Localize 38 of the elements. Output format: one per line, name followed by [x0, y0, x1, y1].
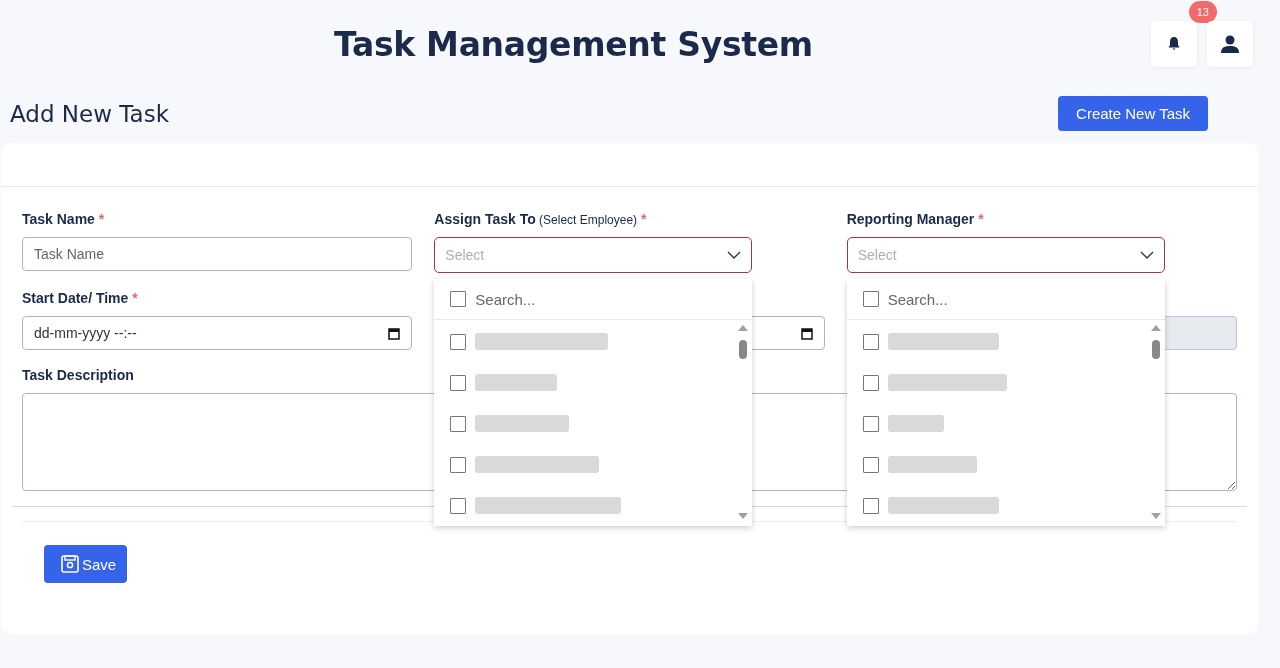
field-label: Assign Task To: [434, 211, 536, 227]
page-title: Add New Task: [10, 100, 169, 127]
text-field[interactable]: Task Name: [22, 237, 413, 271]
field-label: Reporting Manager: [846, 211, 975, 227]
save-icon: [61, 555, 79, 573]
required-asterisk: *: [978, 211, 984, 227]
notification-count: 13: [1188, 1, 1217, 23]
user-icon: [1220, 34, 1240, 54]
option-checkbox[interactable]: [450, 333, 467, 350]
field-label: Task Name: [22, 211, 95, 227]
option-checkbox[interactable]: [450, 456, 467, 473]
required-asterisk: *: [132, 290, 138, 306]
option-checkbox[interactable]: [450, 415, 467, 432]
option-checkbox[interactable]: [862, 415, 879, 432]
required-asterisk: *: [641, 211, 647, 227]
select-all-checkbox[interactable]: [862, 291, 879, 307]
field-hint: (Select Employee): [538, 213, 638, 227]
calendar-icon: [388, 326, 401, 340]
required-asterisk: *: [98, 211, 105, 227]
option-checkbox[interactable]: [862, 333, 879, 350]
redacted-name-placeholder: [887, 415, 944, 432]
profile-button[interactable]: [1207, 21, 1253, 67]
field-label: Start Date/ Time: [22, 290, 129, 306]
save-button[interactable]: Save: [44, 545, 128, 583]
option-checkbox[interactable]: [862, 497, 879, 514]
select-all-checkbox[interactable]: [450, 291, 467, 307]
field-label: Task Description: [22, 367, 134, 383]
chevron-down-icon: [1139, 251, 1154, 259]
option-checkbox[interactable]: [862, 374, 879, 391]
calendar-icon: [800, 326, 813, 340]
app-title: Task Management System: [334, 24, 813, 64]
date-time-field[interactable]: dd-mm-yyyy --:--: [22, 316, 413, 350]
notifications-button[interactable]: [1151, 21, 1197, 67]
create-task-button[interactable]: Create New Task: [1058, 96, 1208, 131]
option-checkbox[interactable]: [450, 374, 467, 391]
chevron-down-icon: [727, 251, 742, 259]
option-checkbox[interactable]: [862, 456, 879, 473]
option-checkbox[interactable]: [450, 497, 467, 514]
